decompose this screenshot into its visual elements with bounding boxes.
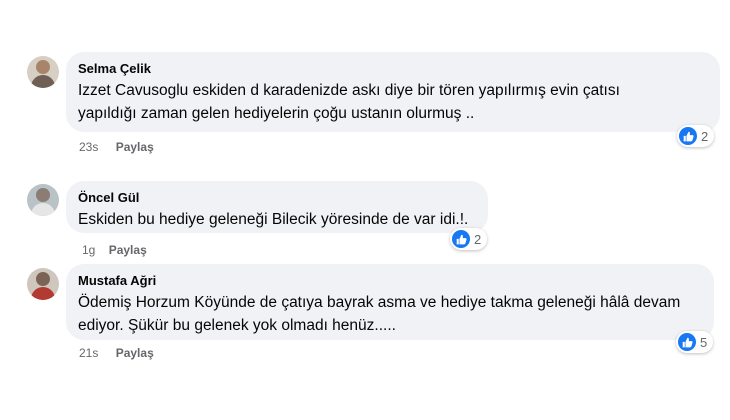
like-icon [452,230,470,248]
comment-meta: 1g Paylaş [82,243,147,257]
comment-author[interactable]: Öncel Gül [78,190,476,206]
share-button[interactable]: Paylaş [109,243,147,257]
comment-bubble: Selma Çelik Izzet Cavusoglu eskiden d ka… [66,52,720,132]
like-icon [678,333,696,351]
share-button[interactable]: Paylaş [116,140,154,154]
comment-meta: 21s Paylaş [79,346,154,360]
comment-text-line: Eskiden bu hediye geleneği Bilecik yöres… [78,211,469,228]
like-icon [679,127,697,145]
reaction-count: 2 [474,231,482,247]
comment-text-line: Ödemiş Horzum Köyünde de çatıya bayrak a… [78,294,681,311]
comment-bubble: Mustafa Ağri Ödemiş Horzum Köyünde de ça… [66,264,714,340]
comment-text-line: Izzet Cavusoglu eskiden d karadenizde as… [78,82,620,99]
comment-author[interactable]: Selma Çelik [78,61,708,77]
comment-timestamp[interactable]: 1g [82,243,95,257]
reaction-count: 5 [700,334,708,350]
comment-text-line: ediyor. Şükür bu gelenek yok olmadı henü… [78,317,396,334]
comment-timestamp[interactable]: 23s [79,140,98,154]
avatar[interactable] [27,268,59,300]
comment-meta: 23s Paylaş [79,140,154,154]
reaction-summary[interactable]: 5 [676,331,714,353]
avatar[interactable] [27,56,59,88]
comment-text-line: yapıldığı zaman gelen hediyelerin çoğu u… [78,105,475,122]
comment-author[interactable]: Mustafa Ağri [78,273,702,289]
comment-bubble: Öncel Gül Eskiden bu hediye geleneği Bil… [66,181,488,233]
reaction-summary[interactable]: 2 [677,125,715,147]
avatar[interactable] [27,184,59,216]
reaction-count: 2 [701,128,709,144]
comment-timestamp[interactable]: 21s [79,346,98,360]
reaction-summary[interactable]: 2 [450,228,488,250]
share-button[interactable]: Paylaş [116,346,154,360]
